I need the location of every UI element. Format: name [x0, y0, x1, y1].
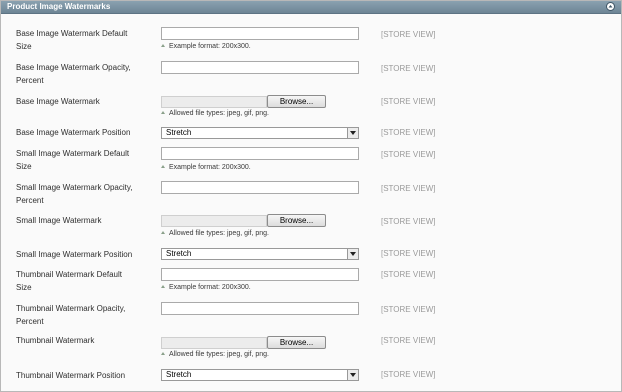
field-label: Thumbnail Watermark Opacity, Percent	[16, 302, 151, 328]
label-line: Base Image Watermark Default	[16, 29, 128, 38]
label-line: Thumbnail Watermark	[16, 336, 95, 345]
scope-label: [STORE VIEW]	[381, 97, 436, 106]
scope-label: [STORE VIEW]	[381, 336, 436, 345]
label-line: Size	[16, 283, 32, 292]
field-label: Base Image Watermark Position	[16, 126, 151, 139]
note-text: Allowed file types: jpeg, gif, png.	[169, 230, 270, 237]
base-position-select[interactable]: Stretch	[161, 127, 359, 139]
base-size-input[interactable]	[161, 27, 359, 40]
scope-label: [STORE VIEW]	[381, 150, 436, 159]
chevron-up-icon[interactable]	[606, 2, 615, 11]
scope-label: [STORE VIEW]	[381, 217, 436, 226]
field-label: Base Image Watermark Opacity, Percent	[16, 61, 151, 87]
field-label: Thumbnail Watermark	[16, 334, 151, 347]
scope-label: [STORE VIEW]	[381, 305, 436, 314]
note-text: Example format: 200x300.	[169, 164, 251, 171]
field-label: Small Image Watermark Opacity, Percent	[16, 181, 151, 207]
note-text: Example format: 200x300.	[169, 43, 251, 50]
hint-arrow-icon	[161, 231, 165, 234]
hint-arrow-icon	[161, 44, 165, 47]
field-label: Base Image Watermark	[16, 95, 151, 108]
field-label: Small Image Watermark	[16, 214, 151, 227]
label-line: Base Image Watermark Position	[16, 128, 131, 137]
label-line: Small Image Watermark Default	[16, 149, 130, 158]
field-label: Base Image Watermark Default Size	[16, 27, 151, 53]
field-note: Allowed file types: jpeg, gif, png.	[161, 109, 269, 118]
small-image-file-path[interactable]	[161, 215, 267, 227]
small-size-input[interactable]	[161, 147, 359, 160]
label-line: Base Image Watermark Opacity,	[16, 63, 131, 72]
select-value: Stretch	[166, 249, 192, 258]
watermarks-panel: Product Image Watermarks Base Image Wate…	[0, 0, 622, 392]
panel-title: Product Image Watermarks	[7, 2, 111, 11]
label-line: Thumbnail Watermark Opacity,	[16, 304, 126, 313]
dropdown-arrow-icon[interactable]	[347, 370, 358, 380]
small-image-browse-button[interactable]: Browse...	[267, 214, 326, 227]
base-image-file-path[interactable]	[161, 96, 267, 108]
select-value: Stretch	[166, 128, 192, 137]
field-note: Allowed file types: jpeg, gif, png.	[161, 350, 269, 359]
label-line: Percent	[16, 76, 44, 85]
scope-label: [STORE VIEW]	[381, 30, 436, 39]
thumbnail-size-input[interactable]	[161, 268, 359, 281]
scope-label: [STORE VIEW]	[381, 64, 436, 73]
label-line: Percent	[16, 196, 44, 205]
scope-label: [STORE VIEW]	[381, 270, 436, 279]
select-value: Stretch	[166, 370, 192, 379]
label-line: Small Image Watermark Opacity,	[16, 183, 133, 192]
label-line: Thumbnail Watermark Position	[16, 371, 126, 380]
label-line: Size	[16, 162, 32, 171]
thumbnail-file-path[interactable]	[161, 337, 267, 349]
label-line: Base Image Watermark	[16, 97, 100, 106]
dropdown-arrow-icon[interactable]	[347, 249, 358, 259]
small-opacity-input[interactable]	[161, 181, 359, 194]
dropdown-arrow-icon[interactable]	[347, 128, 358, 138]
base-image-browse-button[interactable]: Browse...	[267, 95, 326, 108]
base-opacity-input[interactable]	[161, 61, 359, 74]
thumbnail-browse-button[interactable]: Browse...	[267, 336, 326, 349]
hint-arrow-icon	[161, 165, 165, 168]
note-text: Example format: 200x300.	[169, 284, 251, 291]
hint-arrow-icon	[161, 285, 165, 288]
label-line: Size	[16, 42, 32, 51]
label-line: Small Image Watermark Position	[16, 250, 133, 259]
hint-arrow-icon	[161, 111, 165, 114]
note-text: Allowed file types: jpeg, gif, png.	[169, 110, 270, 117]
field-note: Allowed file types: jpeg, gif, png.	[161, 229, 269, 238]
panel-header[interactable]: Product Image Watermarks	[1, 1, 621, 14]
scope-label: [STORE VIEW]	[381, 128, 436, 137]
thumbnail-opacity-input[interactable]	[161, 302, 359, 315]
field-note: Example format: 200x300.	[161, 42, 251, 51]
label-line: Thumbnail Watermark Default	[16, 270, 122, 279]
field-note: Example format: 200x300.	[161, 283, 251, 292]
label-line: Percent	[16, 317, 44, 326]
scope-label: [STORE VIEW]	[381, 184, 436, 193]
field-label: Thumbnail Watermark Default Size	[16, 268, 151, 294]
scope-label: [STORE VIEW]	[381, 249, 436, 258]
small-position-select[interactable]: Stretch	[161, 248, 359, 260]
field-label: Thumbnail Watermark Position	[16, 369, 151, 382]
field-label: Small Image Watermark Default Size	[16, 147, 151, 173]
hint-arrow-icon	[161, 352, 165, 355]
scope-label: [STORE VIEW]	[381, 370, 436, 379]
field-note: Example format: 200x300.	[161, 163, 251, 172]
field-label: Small Image Watermark Position	[16, 248, 151, 261]
label-line: Small Image Watermark	[16, 216, 102, 225]
thumbnail-position-select[interactable]: Stretch	[161, 369, 359, 381]
note-text: Allowed file types: jpeg, gif, png.	[169, 351, 270, 358]
